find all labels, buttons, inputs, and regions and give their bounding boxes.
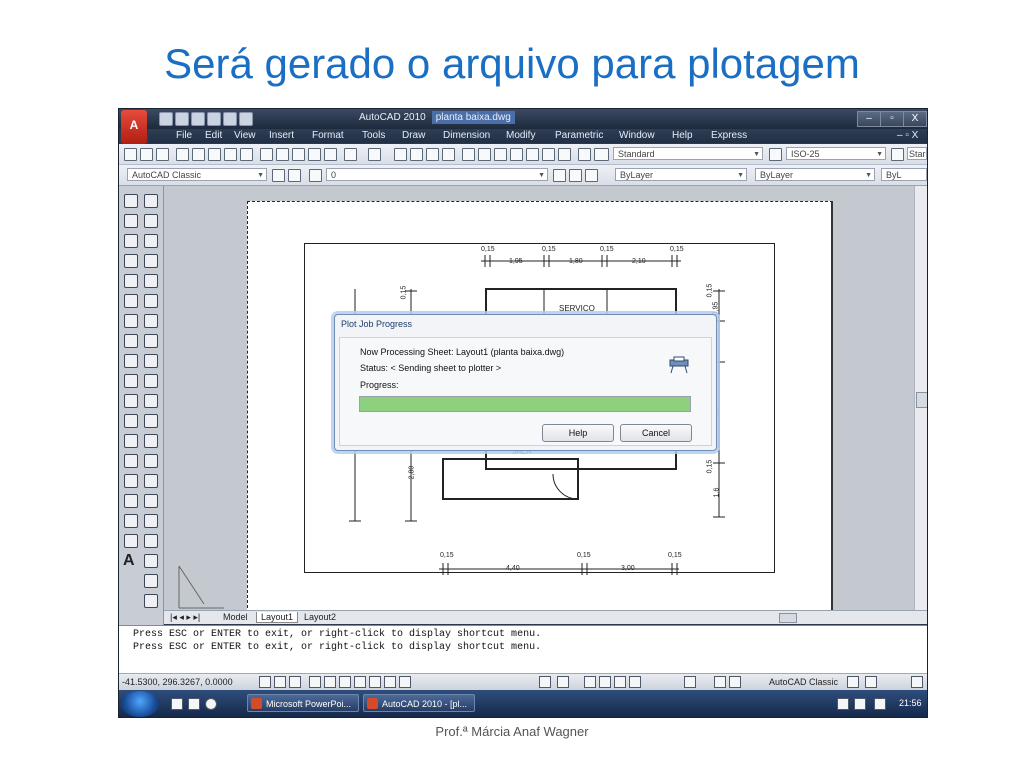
- tray-network-icon[interactable]: [837, 698, 849, 710]
- tab-layout2[interactable]: Layout2: [300, 612, 340, 622]
- maximize-viewport-icon[interactable]: [684, 676, 696, 688]
- lock-toolbar-icon[interactable]: [847, 676, 859, 688]
- clean-screen-icon[interactable]: [865, 676, 877, 688]
- dim-top-5: 0,15: [600, 246, 614, 253]
- taskbar-autocad[interactable]: AutoCAD 2010 - [pl...: [363, 694, 475, 712]
- dim-bottom-2: 4,40: [506, 565, 520, 572]
- taskbar-powerpoint-label: Microsoft PowerPoi...: [266, 699, 352, 709]
- command-line[interactable]: Press ESC or ENTER to exit, or right-cli…: [119, 625, 927, 674]
- browser-icon[interactable]: [205, 698, 217, 710]
- annotation-scale-icon[interactable]: [714, 676, 726, 688]
- model-space-icon[interactable]: [539, 676, 551, 688]
- object-snap-tracking-icon[interactable]: [339, 676, 351, 688]
- status-bar: -41.5300, 296.3267, 0.0000 AutoCAD Class…: [119, 673, 927, 690]
- workspace-switch[interactable]: AutoCAD Classic: [769, 677, 838, 687]
- dim-bottom-4: 3,00: [621, 565, 635, 572]
- dim-top-1: 0,15: [481, 246, 495, 253]
- steering-wheel-icon[interactable]: [614, 676, 626, 688]
- command-history-line: Press ESC or ENTER to exit, or right-cli…: [133, 629, 542, 640]
- vertical-scroll-thumb[interactable]: [916, 392, 927, 408]
- plotter-icon: [669, 356, 689, 374]
- slide-footer: Prof.ª Márcia Anaf Wagner: [435, 724, 589, 739]
- tab-model[interactable]: Model: [219, 612, 252, 622]
- help-button[interactable]: Help: [542, 424, 614, 442]
- taskbar-powerpoint[interactable]: Microsoft PowerPoi...: [247, 694, 359, 712]
- dynamic-input-icon[interactable]: [369, 676, 381, 688]
- ortho-mode-icon[interactable]: [289, 676, 301, 688]
- cancel-button[interactable]: Cancel: [620, 424, 692, 442]
- tray-antivirus-icon[interactable]: [854, 698, 866, 710]
- dim-top-4: 1,80: [569, 258, 583, 265]
- object-snap-icon[interactable]: [324, 676, 336, 688]
- tray-volume-icon[interactable]: [874, 698, 886, 710]
- taskbar-clock: 21:56: [899, 698, 922, 708]
- quick-properties-icon[interactable]: [399, 676, 411, 688]
- showmotion-icon[interactable]: [629, 676, 641, 688]
- dim-left-1: 0,15: [400, 285, 408, 300]
- polar-tracking-icon[interactable]: [309, 676, 321, 688]
- progress-bar-fill: [360, 397, 690, 411]
- start-button[interactable]: [121, 691, 159, 717]
- autocad-screenshot: AutoCAD 2010 planta baixa.dwg – ▫ X A Fil…: [118, 108, 928, 718]
- snap-mode-icon[interactable]: [259, 676, 271, 688]
- explorer-icon[interactable]: [188, 698, 200, 710]
- status-menu-icon[interactable]: [911, 676, 923, 688]
- command-history-line: Press ESC or ENTER to exit, or right-cli…: [133, 642, 542, 653]
- tab-nav-arrows[interactable]: |◂ ◂ ▸ ▸|: [166, 612, 204, 623]
- progress-bar: [359, 396, 691, 412]
- windows-taskbar: Microsoft PowerPoi... AutoCAD 2010 - [pl…: [119, 690, 927, 717]
- powerpoint-icon: [251, 698, 262, 709]
- plot-status-text: Status: < Sending sheet to plotter >: [360, 363, 502, 373]
- plot-job-progress-dialog: Plot Job Progress Now Processing Sheet: …: [334, 314, 717, 451]
- pan-status-icon[interactable]: [584, 676, 596, 688]
- slide-title: Será gerado o arquivo para plotagem: [164, 40, 860, 87]
- annotation-visibility-icon[interactable]: [729, 676, 741, 688]
- dim-top-2: 1,95: [509, 258, 523, 265]
- dim-top-3: 0,15: [542, 246, 556, 253]
- show-desktop-icon[interactable]: [171, 698, 183, 710]
- tab-layout1[interactable]: Layout1: [256, 612, 299, 623]
- dim-top-6: 2,10: [632, 258, 646, 265]
- quick-view-layouts-icon[interactable]: [557, 676, 569, 688]
- zoom-status-icon[interactable]: [599, 676, 611, 688]
- ucs-icon: [178, 565, 224, 609]
- dim-bottom-5: 0,15: [668, 552, 682, 559]
- dim-left-2: 2,80: [408, 465, 416, 480]
- dim-right-5: 1,6: [713, 487, 721, 498]
- processing-sheet-text: Now Processing Sheet: Layout1 (planta ba…: [360, 347, 565, 357]
- coordinates-readout: -41.5300, 296.3267, 0.0000: [122, 677, 233, 687]
- dim-bottom-1: 0,15: [440, 552, 454, 559]
- vertical-scrollbar[interactable]: [914, 186, 927, 610]
- lineweight-toggle-icon[interactable]: [384, 676, 396, 688]
- progress-label: Progress:: [360, 380, 399, 390]
- dynamic-ucs-icon[interactable]: [354, 676, 366, 688]
- dim-right-4: 0,15: [706, 459, 714, 474]
- dim-bottom-3: 0,15: [577, 552, 591, 559]
- room-label-servico: SERVIÇO: [559, 304, 595, 313]
- grid-display-icon[interactable]: [274, 676, 286, 688]
- layout-tabs: |◂ ◂ ▸ ▸| Model Layout1 Layout2: [164, 610, 927, 624]
- dim-top-7: 0,15: [670, 246, 684, 253]
- autocad-icon: [367, 698, 378, 709]
- dialog-title: Plot Job Progress: [341, 319, 413, 329]
- dim-right-1: 0,15: [706, 283, 714, 298]
- dialog-body: Now Processing Sheet: Layout1 (planta ba…: [339, 337, 712, 446]
- taskbar-autocad-label: AutoCAD 2010 - [pl...: [382, 699, 468, 709]
- horizontal-scroll-thumb[interactable]: [779, 613, 797, 623]
